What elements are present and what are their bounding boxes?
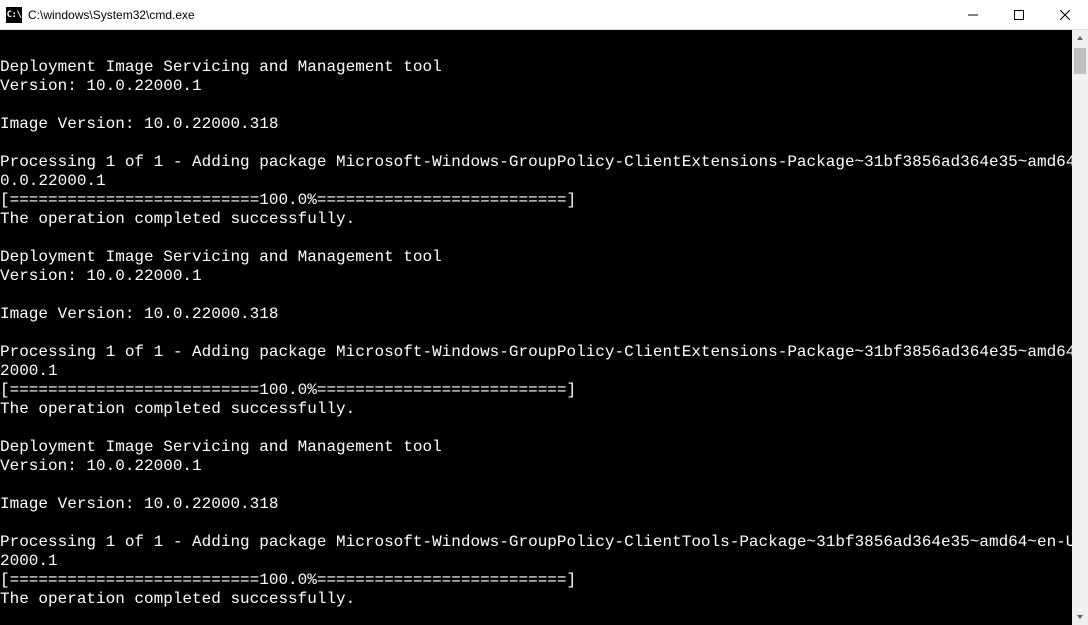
terminal-area: Deployment Image Servicing and Managemen… — [0, 30, 1088, 625]
scroll-down-arrow-icon[interactable] — [1072, 609, 1088, 625]
terminal-line: The operation completed successfully. — [0, 210, 1072, 229]
window-titlebar[interactable]: C:\ C:\windows\System32\cmd.exe — [0, 0, 1088, 30]
terminal-line: 0.0.22000.1 — [0, 172, 1072, 191]
terminal-line: Processing 1 of 1 - Adding package Micro… — [0, 533, 1072, 552]
terminal-line: [==========================100.0%=======… — [0, 571, 1072, 590]
terminal-line — [0, 96, 1072, 115]
scrollbar-thumb[interactable] — [1074, 48, 1086, 74]
terminal-line — [0, 134, 1072, 153]
terminal-line — [0, 514, 1072, 533]
terminal-line — [0, 286, 1072, 305]
terminal-line: 2000.1 — [0, 362, 1072, 381]
maximize-button[interactable] — [996, 0, 1042, 29]
terminal-line: Image Version: 10.0.22000.318 — [0, 305, 1072, 324]
terminal-line — [0, 476, 1072, 495]
window-controls — [950, 0, 1088, 29]
terminal-line: Deployment Image Servicing and Managemen… — [0, 58, 1072, 77]
terminal-line — [0, 324, 1072, 343]
cmd-icon: C:\ — [6, 7, 22, 23]
terminal-line: Image Version: 10.0.22000.318 — [0, 495, 1072, 514]
terminal-line: Version: 10.0.22000.1 — [0, 457, 1072, 476]
terminal-line: Processing 1 of 1 - Adding package Micro… — [0, 343, 1072, 362]
scrollbar-track[interactable] — [1072, 30, 1088, 625]
scroll-up-arrow-icon[interactable] — [1072, 30, 1088, 46]
terminal-line: The operation completed successfully. — [0, 590, 1072, 609]
terminal-line: Version: 10.0.22000.1 — [0, 267, 1072, 286]
terminal-line: Image Version: 10.0.22000.318 — [0, 115, 1072, 134]
terminal-output[interactable]: Deployment Image Servicing and Managemen… — [0, 30, 1072, 625]
terminal-line: Deployment Image Servicing and Managemen… — [0, 438, 1072, 457]
minimize-button[interactable] — [950, 0, 996, 29]
terminal-line — [0, 419, 1072, 438]
terminal-line: Deployment Image Servicing and Managemen… — [0, 248, 1072, 267]
terminal-line: 2000.1 — [0, 552, 1072, 571]
close-button[interactable] — [1042, 0, 1088, 29]
terminal-line: [==========================100.0%=======… — [0, 191, 1072, 210]
terminal-line — [0, 229, 1072, 248]
terminal-line: The operation completed successfully. — [0, 400, 1072, 419]
terminal-line: [==========================100.0%=======… — [0, 381, 1072, 400]
window-title: C:\windows\System32\cmd.exe — [28, 8, 950, 22]
terminal-line: Processing 1 of 1 - Adding package Micro… — [0, 153, 1072, 172]
terminal-line: Version: 10.0.22000.1 — [0, 77, 1072, 96]
